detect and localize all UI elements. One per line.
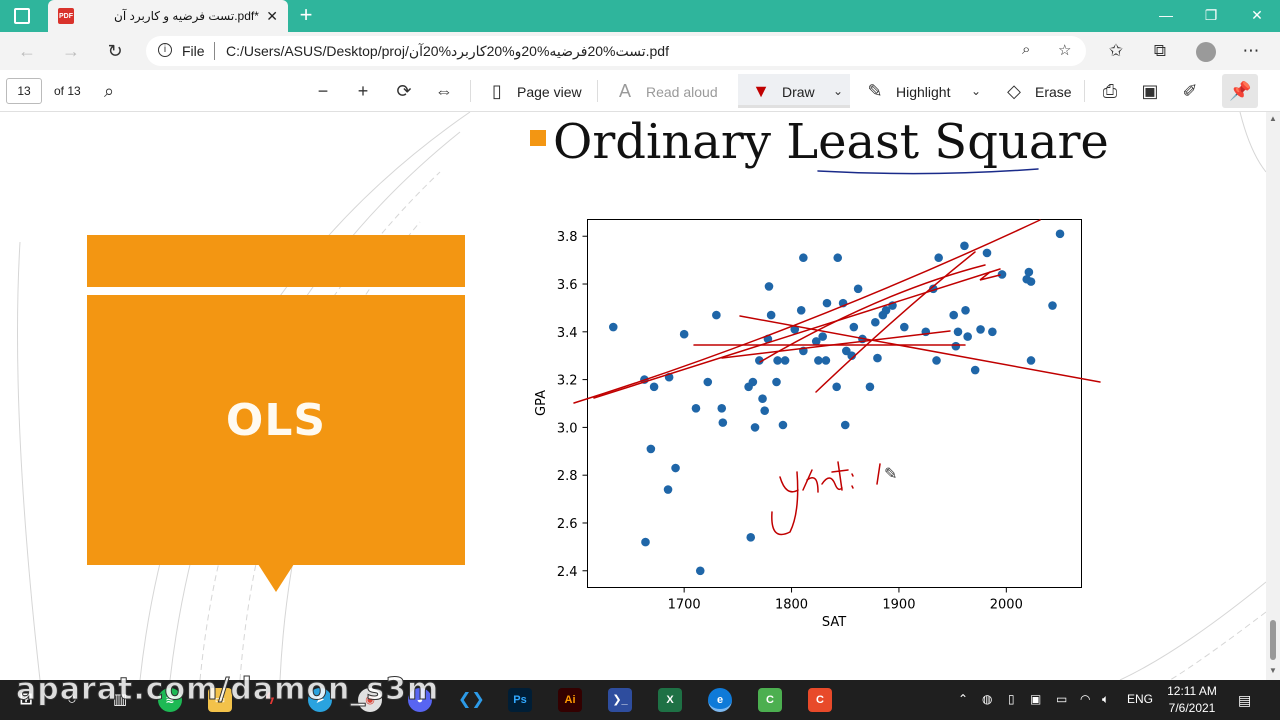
edge-icon[interactable]: e: [708, 688, 732, 712]
ink-handwriting: [802, 469, 819, 493]
read-aloud-button[interactable]: Read aloud: [646, 84, 718, 100]
highlight-button[interactable]: Highlight: [896, 84, 950, 100]
pin-icon[interactable]: 📌: [1229, 80, 1251, 102]
show-hidden-icons[interactable]: ⌃: [958, 692, 968, 706]
camtasia-icon[interactable]: C: [758, 688, 782, 712]
close-window-button[interactable]: ✕: [1243, 4, 1271, 28]
zoom-out-button[interactable]: −: [312, 80, 334, 102]
rotate-icon[interactable]: ⟳: [393, 80, 415, 102]
display-icon[interactable]: ▭: [1056, 692, 1067, 706]
ink-line: [815, 251, 976, 393]
toolbar-divider: [470, 80, 471, 102]
battery-icon[interactable]: ▯: [1008, 692, 1015, 706]
ink-handwriting: [876, 463, 881, 485]
pen-cursor-icon: ✎: [884, 466, 897, 483]
title-bar: PDF تست فرضیه و کاربرد آن.pdf* ✕ + — ❐ ✕: [0, 0, 1280, 32]
refresh-icon[interactable]: ↻: [104, 40, 126, 62]
new-tab-button[interactable]: +: [296, 4, 316, 26]
favorites-icon[interactable]: ✩: [1105, 41, 1127, 61]
profile-avatar[interactable]: [1196, 42, 1216, 62]
network-icon[interactable]: ◠: [1080, 692, 1090, 706]
file-scheme-label: File: [182, 43, 205, 59]
save-icon[interactable]: ▣: [1139, 80, 1161, 102]
print-icon[interactable]: ⎙: [1099, 80, 1121, 102]
pen-icon[interactable]: ▼: [750, 80, 772, 102]
tray-monitor-icon[interactable]: ▣: [1030, 692, 1041, 706]
address-bar-row: ← → ↻ i File C:/Users/ASUS/Desktop/proj/…: [0, 32, 1280, 70]
zoom-magnifier-icon[interactable]: ⌕: [1022, 41, 1030, 58]
notifications-icon[interactable]: ▤: [1238, 692, 1251, 709]
pdf-file-icon: PDF: [58, 8, 74, 24]
page-view-button[interactable]: Page view: [517, 84, 582, 100]
excel-icon[interactable]: X: [658, 688, 682, 712]
scroll-up-icon[interactable]: ▲: [1269, 114, 1277, 123]
ink-line: [759, 264, 986, 363]
ink-handwriting: [821, 477, 843, 491]
address-separator: [214, 42, 215, 60]
language-indicator[interactable]: ENG: [1127, 692, 1153, 706]
vertical-scrollbar[interactable]: ▲ ▼: [1266, 112, 1280, 680]
find-search-icon[interactable]: ⌕: [98, 80, 120, 102]
toolbar-divider: [1084, 80, 1085, 102]
volume-icon[interactable]: 🔈︎: [1102, 692, 1109, 707]
vscode-icon[interactable]: ❮❯: [458, 688, 485, 712]
recorder-icon[interactable]: C: [808, 688, 832, 712]
fit-width-icon[interactable]: ⇔: [433, 80, 455, 102]
page-number-input[interactable]: 13: [6, 78, 42, 104]
tab-pdf-document[interactable]: PDF تست فرضیه و کاربرد آن.pdf* ✕: [48, 0, 288, 32]
ink-handwriting: [831, 461, 849, 491]
tray-app-icon[interactable]: ◍: [982, 692, 992, 706]
page-view-icon[interactable]: ▯: [486, 80, 508, 102]
clock-time: 12:11 AM: [1167, 684, 1217, 698]
read-aloud-icon[interactable]: A: [614, 80, 636, 102]
save-as-icon[interactable]: ✐: [1179, 80, 1201, 102]
ink-handwriting: [851, 473, 854, 489]
highlighter-icon[interactable]: ✎: [864, 80, 886, 102]
more-menu-icon[interactable]: ⋯: [1240, 41, 1262, 61]
chevron-down-icon[interactable]: ⌄: [827, 80, 849, 102]
scroll-down-icon[interactable]: ▼: [1269, 666, 1277, 675]
clock-date: 7/6/2021: [1168, 701, 1216, 715]
info-icon[interactable]: i: [158, 43, 172, 57]
forward-arrow-icon[interactable]: →: [60, 40, 82, 62]
video-watermark: aparat.com/damon_s3m: [15, 672, 440, 708]
photoshop-icon[interactable]: Ps: [508, 688, 532, 712]
powershell-icon[interactable]: ❯_: [608, 688, 632, 712]
back-arrow-icon[interactable]: ←: [16, 40, 38, 62]
ink-underline: [817, 168, 1039, 175]
tab-title: تست فرضیه و کاربرد آن.pdf*: [114, 9, 259, 23]
collections-icon[interactable]: ⧉: [1149, 41, 1171, 61]
ink-annotations: ✎: [573, 168, 1101, 536]
ink-line: [593, 268, 1001, 399]
restore-button[interactable]: ❐: [1197, 4, 1225, 28]
address-bar[interactable]: i File C:/Users/ASUS/Desktop/proj/تست%20…: [146, 36, 1086, 66]
ink-handwriting: [771, 471, 799, 536]
toolbar-divider: [597, 80, 598, 102]
page-total-label: of 13: [54, 84, 81, 98]
illustrator-icon[interactable]: Ai: [558, 688, 582, 712]
eraser-icon[interactable]: ◇: [1003, 80, 1025, 102]
draw-button[interactable]: Draw: [782, 84, 815, 100]
chevron-down-icon[interactable]: ⌄: [965, 80, 987, 102]
minimize-button[interactable]: —: [1152, 4, 1180, 28]
pdf-page-viewport[interactable]: OLS Ordinary Least Square 1700 1800 1900 20…: [0, 112, 1266, 680]
tab-actions-icon[interactable]: [14, 8, 30, 24]
ink-line: [979, 271, 1001, 281]
scrollbar-thumb[interactable]: [1270, 620, 1276, 660]
url-text[interactable]: C:/Users/ASUS/Desktop/proj/تست%20فرضیه%2…: [226, 43, 669, 60]
add-favorite-icon[interactable]: ☆: [1058, 41, 1071, 59]
zoom-in-button[interactable]: +: [352, 80, 374, 102]
pdf-toolbar: 13 of 13 ⌕ − + ⟳ ⇔ ▯ Page view A Read al…: [0, 70, 1280, 112]
close-tab-icon[interactable]: ✕: [266, 8, 278, 25]
ink-line: [573, 219, 1041, 404]
system-clock[interactable]: 12:11 AM 7/6/2021: [1160, 683, 1224, 717]
erase-button[interactable]: Erase: [1035, 84, 1072, 100]
